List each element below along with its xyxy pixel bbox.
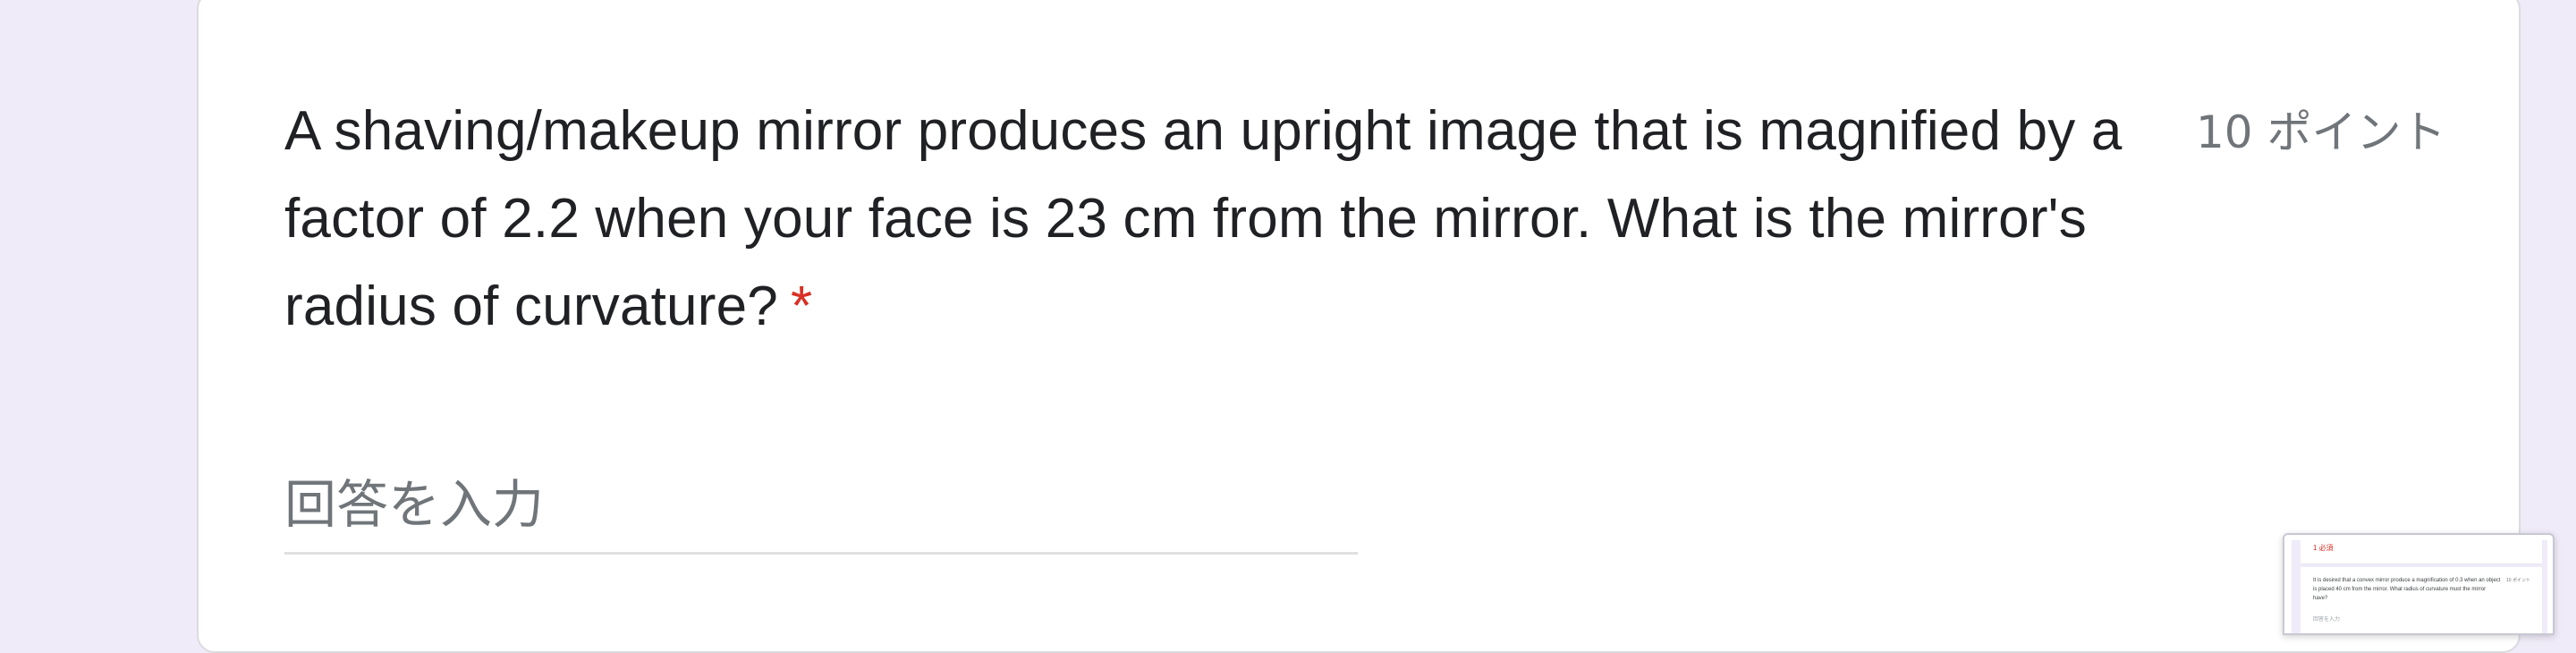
- question-title: A shaving/makeup mirror produces an upri…: [284, 88, 2145, 351]
- screenshot-thumbnail[interactable]: 1 必須 It is desired that a convex mirror …: [2283, 533, 2555, 635]
- required-asterisk: *: [790, 276, 813, 337]
- thumbnail-required-note: 1 必須: [2313, 544, 2334, 552]
- answer-input[interactable]: [284, 456, 1358, 555]
- thumbnail-question-text: It is desired that a convex mirror produ…: [2313, 578, 2501, 601]
- points-label: 10 ポイント: [2196, 106, 2446, 158]
- question-text: A shaving/makeup mirror produces an upri…: [284, 100, 2123, 337]
- thumbnail-points-label: 10 ポイント: [2506, 578, 2530, 583]
- thumbnail-header: 1 必須: [2301, 540, 2542, 564]
- thumbnail-question-card: It is desired that a convex mirror produ…: [2301, 567, 2542, 633]
- thumbnail-answer-placeholder: 回答を入力: [2313, 617, 2341, 623]
